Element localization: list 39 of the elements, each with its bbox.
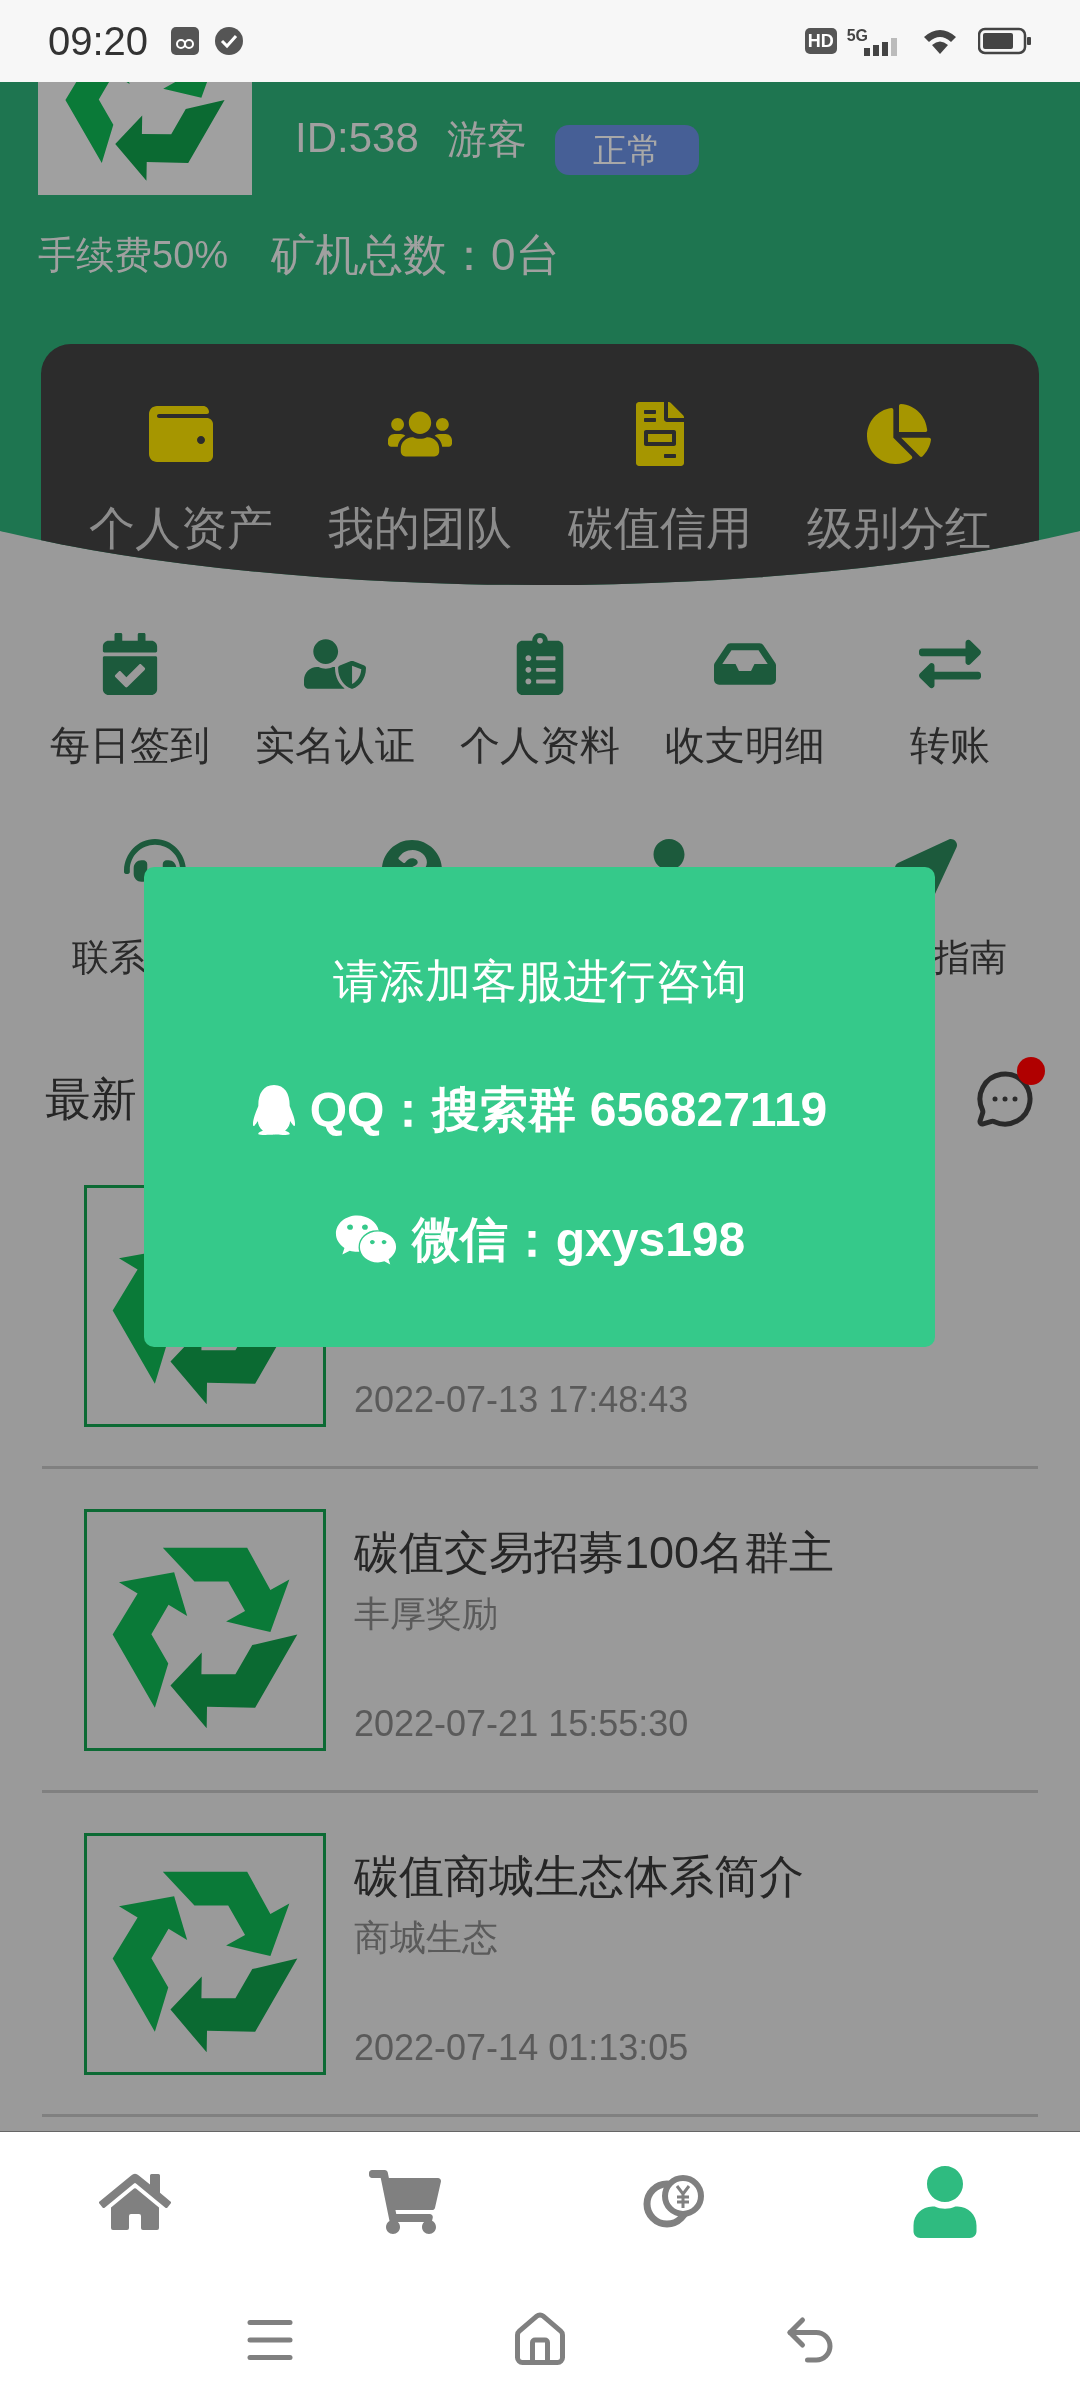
miner-count: 矿机总数：0台 — [271, 229, 560, 281]
check-icon — [214, 26, 245, 56]
news-subtitle: 丰厚奖励 — [354, 1592, 499, 1635]
news-item[interactable]: 碳值商城生态体系简介 商城生态 2022-07-14 01:13:05 — [42, 1793, 1038, 2117]
pie-chart-icon — [867, 402, 932, 466]
menu-item[interactable]: 收支明细 — [665, 715, 826, 775]
quick-menu-item[interactable]: 我的团队 — [328, 494, 513, 563]
user-role: 游客 — [446, 116, 527, 163]
fee-text: 手续费50% — [38, 232, 229, 278]
news-subtitle: 商城生态 — [354, 1916, 499, 1959]
status-badge: 正常 — [554, 125, 699, 175]
hd-badge: HD — [804, 28, 837, 54]
news-title: 碳值商城生态体系简介 — [354, 1850, 804, 1899]
news-item[interactable]: 碳值交易招募100名群主 丰厚奖励 2022-07-21 15:55:30 — [42, 1469, 1038, 1793]
news-date: 2022-07-13 17:48:43 — [354, 1378, 689, 1422]
penguin-icon — [251, 1085, 296, 1135]
quick-menu-item[interactable]: 级别分红 — [807, 494, 992, 563]
wechat-contact: 微信：gxys198 — [411, 1212, 746, 1268]
screenshot-icon — [170, 26, 201, 56]
menu-item[interactable]: 实名认证 — [254, 715, 415, 775]
quick-menu-item[interactable]: 碳值信用 — [567, 494, 752, 563]
menu-item[interactable]: 转账 — [910, 715, 991, 775]
wifi-icon — [922, 27, 958, 55]
news-date: 2022-07-14 01:13:05 — [354, 2026, 690, 2070]
news-heading: 最新 — [45, 1071, 137, 1127]
qq-contact: QQ：搜索群 656827119 — [309, 1082, 828, 1138]
news-title: 碳值交易招募100名群主 — [354, 1526, 835, 1575]
quick-menu-item[interactable]: 个人资产 — [88, 494, 273, 563]
chat-icon[interactable] — [975, 1069, 1035, 1129]
menu-item[interactable]: 联系 — [72, 937, 146, 978]
status-time: 09:20 — [48, 18, 149, 65]
menu-item[interactable]: 个人资料 — [460, 715, 620, 775]
user-id: ID:538 — [295, 113, 419, 163]
news-date: 2022-07-21 15:55:30 — [354, 1702, 690, 1746]
menu-item[interactable]: 每日签到 — [49, 715, 210, 775]
dialog-title: 请添加客服进行咨询 — [332, 954, 747, 1009]
network-type: 5G — [846, 26, 868, 46]
menu-item[interactable]: 指南 — [933, 937, 1007, 978]
battery-icon — [978, 27, 1032, 55]
